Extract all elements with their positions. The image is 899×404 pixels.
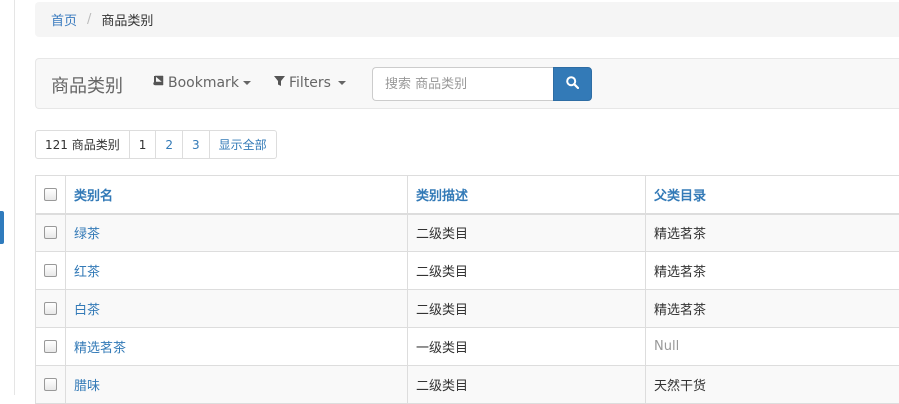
row-select-cell xyxy=(36,366,66,404)
list-toolbar: 商品类别 Bookmark Filters xyxy=(35,58,899,109)
row-checkbox[interactable] xyxy=(44,378,57,391)
category-parent-cell: 天然干货 xyxy=(646,366,899,404)
filters-label: Filters xyxy=(289,75,331,91)
pagination: 121 商品类别 1 2 3 显示全部 xyxy=(35,130,277,159)
page-link-2[interactable]: 2 xyxy=(155,130,183,159)
page-title: 商品类别 xyxy=(51,72,123,98)
breadcrumb: 首页 / 商品类别 xyxy=(35,2,899,37)
table-row: 腊味 二级类目 天然干货 xyxy=(36,366,899,404)
row-checkbox[interactable] xyxy=(44,302,57,315)
category-parent-cell: 精选茗茶 xyxy=(646,252,899,290)
category-name-cell: 白茶 xyxy=(66,290,408,328)
category-name-link[interactable]: 腊味 xyxy=(74,379,100,394)
category-name-link[interactable]: 白茶 xyxy=(74,303,100,318)
bookmark-menu[interactable]: Bookmark xyxy=(153,75,251,91)
category-table: 类别名 类别描述 父类目录 绿茶 二级类目 精选茗茶 红茶 二级类目 精选茗茶 … xyxy=(35,175,899,404)
active-nav-marker xyxy=(0,211,4,244)
category-parent-cell: 精选茗茶 xyxy=(646,290,899,328)
category-name-cell: 绿茶 xyxy=(66,214,408,252)
category-name-cell: 腊味 xyxy=(66,366,408,404)
category-name-link[interactable]: 红茶 xyxy=(74,265,100,280)
category-name-cell: 精选茗茶 xyxy=(66,328,408,366)
row-select-cell xyxy=(36,214,66,252)
search-form xyxy=(372,67,592,101)
book-icon xyxy=(153,75,164,91)
show-all-link[interactable]: 显示全部 xyxy=(209,130,277,159)
category-desc-cell: 二级类目 xyxy=(408,252,646,290)
category-desc-cell: 二级类目 xyxy=(408,290,646,328)
column-header-parent[interactable]: 父类目录 xyxy=(646,176,899,214)
row-select-cell xyxy=(36,252,66,290)
category-name-cell: 红茶 xyxy=(66,252,408,290)
row-checkbox[interactable] xyxy=(44,340,57,353)
chevron-down-icon xyxy=(243,81,251,85)
select-all-cell xyxy=(36,176,66,214)
table-row: 精选茗茶 一级类目 Null xyxy=(36,328,899,366)
category-parent-cell: Null xyxy=(646,328,899,366)
column-header-description[interactable]: 类别描述 xyxy=(408,176,646,214)
left-sidebar-rail xyxy=(0,0,15,395)
magnifier-icon xyxy=(566,76,579,93)
category-desc-cell: 二级类目 xyxy=(408,366,646,404)
page-link-3[interactable]: 3 xyxy=(182,130,210,159)
filters-menu[interactable]: Filters xyxy=(274,75,346,91)
row-checkbox[interactable] xyxy=(44,226,57,239)
table-row: 白茶 二级类目 精选茗茶 xyxy=(36,290,899,328)
category-parent-cell: 精选茗茶 xyxy=(646,214,899,252)
page-link-1[interactable]: 1 xyxy=(129,130,157,159)
breadcrumb-home-link[interactable]: 首页 xyxy=(51,10,77,29)
breadcrumb-separator: / xyxy=(87,12,91,27)
column-header-name[interactable]: 类别名 xyxy=(66,176,408,214)
result-count: 121 商品类别 xyxy=(35,130,130,159)
filter-icon xyxy=(274,75,285,91)
category-desc-cell: 二级类目 xyxy=(408,214,646,252)
category-desc-cell: 一级类目 xyxy=(408,328,646,366)
select-all-checkbox[interactable] xyxy=(44,188,57,201)
table-header-row: 类别名 类别描述 父类目录 xyxy=(36,176,899,214)
row-select-cell xyxy=(36,328,66,366)
search-button[interactable] xyxy=(553,67,592,101)
breadcrumb-current: 商品类别 xyxy=(101,10,153,29)
chevron-down-icon xyxy=(338,81,346,85)
search-input[interactable] xyxy=(372,67,553,101)
row-select-cell xyxy=(36,290,66,328)
category-name-link[interactable]: 绿茶 xyxy=(74,227,100,242)
category-name-link[interactable]: 精选茗茶 xyxy=(74,341,126,356)
table-row: 红茶 二级类目 精选茗茶 xyxy=(36,252,899,290)
bookmark-label: Bookmark xyxy=(168,75,239,91)
row-checkbox[interactable] xyxy=(44,264,57,277)
table-row: 绿茶 二级类目 精选茗茶 xyxy=(36,214,899,252)
